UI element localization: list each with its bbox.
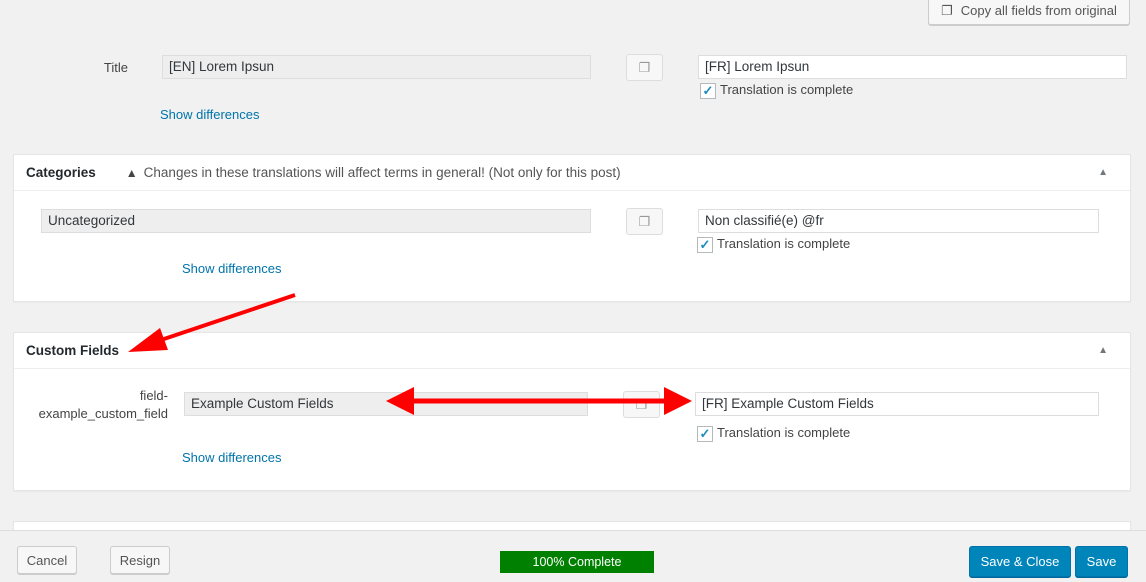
cancel-button[interactable]: Cancel <box>17 546 77 574</box>
progress-bar: 100% Complete <box>500 551 654 573</box>
resign-button[interactable]: Resign <box>110 546 170 574</box>
arrow-head-right <box>664 387 692 415</box>
progress-label: 100% Complete <box>532 555 622 569</box>
annotation-arrows <box>128 293 692 415</box>
arrow-to-custom-fields <box>154 293 296 344</box>
arrow-head-left <box>386 387 414 415</box>
arrow-head <box>128 328 168 352</box>
save-button[interactable]: Save <box>1075 546 1128 577</box>
save-close-button[interactable]: Save & Close <box>969 546 1071 577</box>
